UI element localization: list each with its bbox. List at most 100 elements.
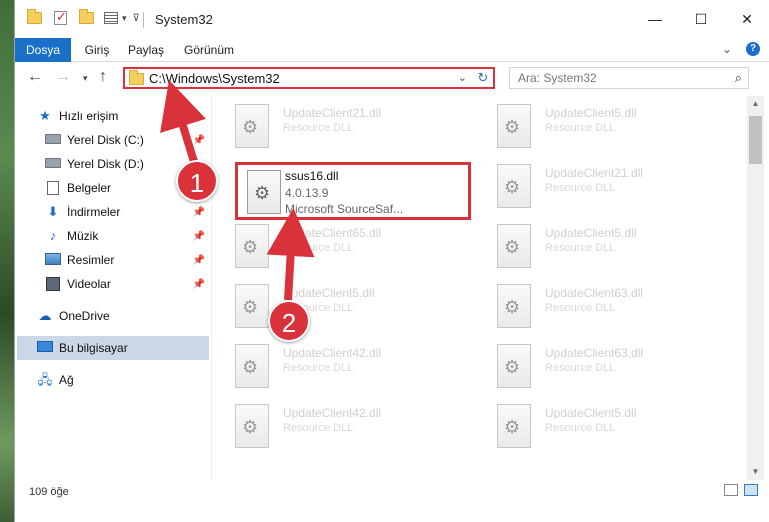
dll-file-icon xyxy=(497,284,531,328)
properties-check-icon[interactable] xyxy=(54,9,67,25)
chevron-down-icon[interactable]: ⌄ xyxy=(458,71,467,84)
star-icon: ★ xyxy=(39,108,51,123)
annotation-step-2: 2 xyxy=(268,300,310,342)
tab-view[interactable]: Görünüm xyxy=(179,38,239,62)
help-icon[interactable]: ? xyxy=(746,42,760,56)
view-options-icon[interactable] xyxy=(104,12,118,24)
scroll-thumb[interactable] xyxy=(749,116,762,164)
nav-item-music[interactable]: ♪ Müzik 📌 xyxy=(45,224,209,248)
pane-splitter[interactable] xyxy=(211,94,212,480)
pictures-icon xyxy=(45,253,61,265)
nav-item-pictures[interactable]: Resimler 📌 xyxy=(45,248,209,272)
nav-item-label: Ağ xyxy=(59,373,74,387)
nav-item-label: Yerel Disk (C:) xyxy=(67,133,144,147)
file-item[interactable]: UpdateClient21.dll Resource DLL xyxy=(485,156,725,212)
file-name: UpdateClient42.dll xyxy=(283,346,382,360)
ribbon-right-controls: ⌄ ? xyxy=(722,42,760,56)
file-item[interactable]: UpdateClient21.dll Resource DLL xyxy=(223,96,463,152)
file-type: Resource DLL xyxy=(545,242,616,254)
file-item[interactable]: UpdateClient42.dll Resource DLL xyxy=(223,336,463,392)
dll-file-icon xyxy=(497,104,531,148)
nav-item-videos[interactable]: Videolar 📌 xyxy=(45,272,209,296)
navigation-pane: ★ Hızlı erişim Yerel Disk (C:) 📌 Yerel D… xyxy=(15,100,211,480)
view-toggle xyxy=(724,484,758,496)
file-type: Resource DLL xyxy=(545,122,616,134)
dll-file-icon xyxy=(497,344,531,388)
nav-network[interactable]: 🖧 Ağ xyxy=(37,368,209,392)
refresh-button[interactable]: ↻ xyxy=(473,67,495,89)
file-type: Resource DLL xyxy=(545,422,616,434)
folder-icon xyxy=(129,70,144,85)
music-icon: ♪ xyxy=(49,228,57,243)
file-name: ssus16.dll xyxy=(285,169,339,183)
close-button[interactable]: ✕ xyxy=(724,0,769,38)
new-folder-icon[interactable] xyxy=(79,9,94,24)
folder-icon xyxy=(27,9,42,24)
tab-home[interactable]: Giriş xyxy=(77,38,117,62)
file-name: UpdateClient5.dll xyxy=(545,226,637,240)
address-row: ← → ▾ ↑ C:\Windows\System32 ⌄ ↻ Ara: Sys… xyxy=(15,62,769,94)
pin-icon[interactable]: 📌 xyxy=(193,279,205,290)
file-name: UpdateClient5.dll xyxy=(545,406,637,420)
dll-file-icon xyxy=(235,104,269,148)
nav-item-label: Yerel Disk (D:) xyxy=(67,157,144,171)
videos-icon xyxy=(46,277,60,291)
cloud-icon: ☁ xyxy=(38,308,52,323)
pin-icon[interactable]: 📌 xyxy=(193,255,205,266)
file-item[interactable]: UpdateClient63.dll Resource DLL xyxy=(485,276,725,332)
tab-share[interactable]: Paylaş xyxy=(123,38,169,62)
disk-icon xyxy=(45,158,61,168)
file-description: Microsoft SourceSaf... xyxy=(285,202,404,216)
file-name: UpdateClient21.dll xyxy=(545,166,644,180)
nav-item-label: Müzik xyxy=(67,229,99,243)
pin-icon[interactable]: 📌 xyxy=(193,231,205,242)
tiles-view-icon[interactable] xyxy=(744,484,758,496)
computer-icon xyxy=(37,341,53,352)
address-bar[interactable]: C:\Windows\System32 ⌄ xyxy=(123,67,495,89)
scroll-up-arrow-icon[interactable]: ▲ xyxy=(747,96,764,112)
minimize-button[interactable]: — xyxy=(632,0,678,38)
file-item[interactable]: UpdateClient5.dll Resource DLL xyxy=(485,396,725,452)
nav-this-pc[interactable]: Bu bilgisayar xyxy=(17,336,209,360)
file-item[interactable]: UpdateClient5.dll Resource DLL xyxy=(223,276,463,332)
file-item[interactable]: UpdateClient5.dll Resource DLL xyxy=(485,216,725,272)
nav-onedrive[interactable]: ☁ OneDrive xyxy=(37,304,209,328)
file-item[interactable]: UpdateClient5.dll Resource DLL xyxy=(485,96,725,152)
file-name: UpdateClient63.dll xyxy=(545,346,644,360)
network-icon: 🖧 xyxy=(37,372,53,387)
file-type: Resource DLL xyxy=(283,122,354,134)
recent-locations-chevron-icon[interactable]: ▾ xyxy=(83,73,88,84)
window-title: System32 xyxy=(155,12,213,27)
customize-toolbar-icon[interactable]: ⊽ xyxy=(133,13,140,24)
vertical-scrollbar[interactable]: ▲ ▼ xyxy=(747,96,764,480)
scroll-down-arrow-icon[interactable]: ▼ xyxy=(747,464,764,480)
file-item-highlighted[interactable]: ssus16.dll 4.0.13.9 Microsoft SourceSaf.… xyxy=(235,162,471,220)
file-item[interactable]: UpdateClient65.dll Resource DLL xyxy=(223,216,463,272)
maximize-button[interactable]: ☐ xyxy=(678,0,724,38)
file-name: UpdateClient5.dll xyxy=(283,286,375,300)
quick-access-toolbar: ▾ ⊽ xyxy=(27,9,140,25)
forward-arrow-icon[interactable]: → xyxy=(55,68,71,86)
dll-file-icon xyxy=(235,404,269,448)
file-item[interactable]: UpdateClient63.dll Resource DLL xyxy=(485,336,725,392)
annotation-step-1: 1 xyxy=(176,160,218,202)
title-bar: ▾ ⊽ System32 — ☐ ✕ xyxy=(15,0,769,38)
dll-file-icon xyxy=(497,164,531,208)
pin-icon[interactable]: 📌 xyxy=(193,135,205,146)
file-item[interactable]: UpdateClient42.dll Resource DLL xyxy=(223,396,463,452)
pin-icon[interactable]: 📌 xyxy=(193,207,205,218)
nav-item-downloads[interactable]: ⬇ İndirmeler 📌 xyxy=(45,200,209,224)
nav-quick-access[interactable]: ★ Hızlı erişim xyxy=(37,104,231,128)
tab-file[interactable]: Dosya xyxy=(15,38,71,62)
nav-item-label: İndirmeler xyxy=(67,205,121,219)
back-arrow-icon[interactable]: ← xyxy=(27,68,43,86)
up-arrow-icon[interactable]: ↑ xyxy=(99,68,107,86)
search-input[interactable]: Ara: System32 ⌕ xyxy=(509,67,749,89)
chevron-down-icon[interactable]: ▾ xyxy=(122,13,127,24)
file-name: UpdateClient63.dll xyxy=(545,286,644,300)
nav-item-local-disk-c[interactable]: Yerel Disk (C:) 📌 xyxy=(45,128,209,152)
expand-ribbon-icon[interactable]: ⌄ xyxy=(722,42,732,56)
nav-item-label: Bu bilgisayar xyxy=(59,341,128,355)
file-list: UpdateClient21.dll Resource DLL ssus16.d… xyxy=(223,96,743,480)
details-view-icon[interactable] xyxy=(724,484,738,496)
